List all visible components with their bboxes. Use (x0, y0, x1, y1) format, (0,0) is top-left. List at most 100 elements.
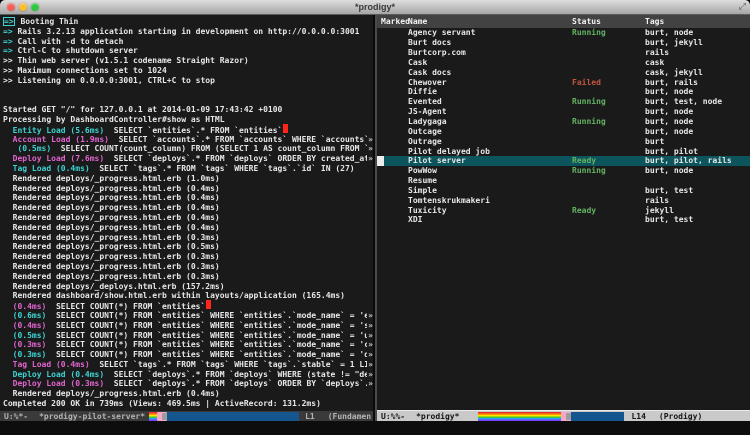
service-row[interactable]: EventedRunningburt, test, node (377, 97, 750, 107)
log-line: Rendered deploys/_progress.html.erb (1.0… (3, 174, 373, 184)
service-tags: burt (645, 137, 750, 146)
service-name: Cask docs (408, 68, 572, 77)
service-tags: burt, pilot, rails (645, 156, 750, 165)
log-segment: Tag Load (0.4ms) (3, 164, 90, 173)
minimize-button[interactable] (19, 3, 27, 11)
log-line-text: Deploy Load (0.4ms) SELECT `deploys`.* F… (3, 370, 367, 380)
service-row[interactable]: Diffieburt, node (377, 87, 750, 97)
header-marked: Marked (377, 17, 408, 26)
service-row[interactable]: Tomtenskrukmakerirails (377, 195, 750, 205)
log-line: => Rails 3.2.13 application starting in … (3, 27, 373, 37)
log-segment: (0.6ms) (3, 311, 46, 320)
service-row[interactable]: Agency servantRunningburt, node (377, 28, 750, 38)
log-segment: Rendered deploys/_progress.html.erb (0.4… (3, 203, 220, 212)
service-row[interactable]: Pilot serverReadyburt, pilot, rails (377, 156, 750, 166)
log-line-text: Rendered deploys/_progress.html.erb (0.4… (3, 184, 220, 194)
log-line-text: Deploy Load (0.3ms) SELECT `deploys`.* F… (3, 379, 367, 389)
log-line-text: (0.5ms) SELECT COUNT(*) FROM `entities` … (3, 331, 367, 341)
service-name: Outcage (408, 127, 572, 136)
zoom-button[interactable] (31, 3, 39, 11)
service-status-badge: Ready (572, 206, 645, 215)
service-name: Simple (408, 186, 572, 195)
log-line: Rendered deploys/_progress.html.erb (0.4… (3, 184, 373, 194)
nyan-remainder (571, 412, 624, 421)
log-segment: (0.5ms) (3, 144, 51, 153)
service-name: Chewover (408, 78, 572, 87)
log-segment: Deploy Load (0.4ms) (3, 370, 104, 379)
fullscreen-icon[interactable]: ⤢ (739, 2, 746, 13)
close-button[interactable] (7, 3, 15, 11)
log-lines: => Booting Thin=> Rails 3.2.13 applicati… (0, 15, 373, 410)
frame-split: => Booting Thin=> Rails 3.2.13 applicati… (0, 15, 750, 421)
nyan-cat-icon (157, 412, 167, 421)
pane-log: => Booting Thin=> Rails 3.2.13 applicati… (0, 15, 373, 421)
log-segment: SELECT COUNT(*) FROM `entities` WHERE `e… (46, 350, 367, 359)
log-segment: SELECT COUNT(*) FROM `entities` WHERE `e… (46, 311, 367, 320)
log-line-text: >> Maximum connections set to 1024 (3, 66, 167, 76)
service-status-badge: Running (572, 117, 645, 126)
log-line: Entity Load (5.6ms) SELECT `entities`.* … (3, 125, 373, 135)
log-line-text: Rendered deploys/_deploys.html.erb (157.… (3, 282, 225, 292)
service-row[interactable]: XDIburt, test (377, 215, 750, 225)
service-row[interactable]: Simpleburt, test (377, 186, 750, 196)
log-segment: >> Thin web server (v1.5.1 codename Stra… (3, 56, 249, 65)
service-row[interactable]: Burt docsburt, jekyll (377, 38, 750, 48)
title-bar[interactable]: *prodigy* ⤢ (0, 0, 750, 15)
log-segment: Rendered deploys/_progress.html.erb (0.5… (3, 242, 220, 251)
service-name: Tuxicity (408, 206, 572, 215)
log-segment: Rendered deploys/_progress.html.erb (0.3… (3, 233, 220, 242)
log-segment: Started GET "/" for 127.0.0.1 at 2014-01… (3, 105, 282, 114)
log-line: Rendered deploys/_progress.html.erb (0.4… (3, 193, 373, 203)
log-line-text: Rendered deploys/_progress.html.erb (0.4… (3, 389, 220, 399)
log-line: Rendered deploys/_progress.html.erb (0.3… (3, 262, 373, 272)
log-segment: Deploy Load (7.6ms) (3, 154, 104, 163)
log-line-text: Rendered deploys/_progress.html.erb (0.3… (3, 233, 220, 243)
service-row[interactable]: Outrageburt (377, 136, 750, 146)
services-header-row: Marked Name Status Tags (377, 15, 750, 28)
log-line: => Ctrl-C to shutdown server (3, 46, 373, 56)
service-row[interactable]: TuxicityReadyjekyll (377, 205, 750, 215)
service-row[interactable]: Pilot delayed jobburt, pilot (377, 146, 750, 156)
service-status-badge: Running (572, 97, 645, 106)
minibuffer-echo-area[interactable] (0, 421, 750, 435)
service-tags: burt, node (645, 107, 750, 116)
log-segment: SELECT `tags`.* FROM `tags` WHERE `tags`… (90, 164, 355, 173)
service-tags: cask, jekyll (645, 68, 750, 77)
log-line-text: Rendered deploys/_progress.html.erb (0.4… (3, 203, 220, 213)
log-segment: => (3, 37, 13, 46)
service-row[interactable]: LadygagaRunningburt, node (377, 117, 750, 127)
service-row[interactable]: PowWowRunningburt, node (377, 166, 750, 176)
service-row[interactable]: Resume (377, 176, 750, 186)
service-row[interactable]: JS-Agentburt, node (377, 107, 750, 117)
log-line-text: Rendered deploys/_progress.html.erb (1.0… (3, 174, 220, 184)
log-line (3, 86, 373, 96)
log-line-text: => Booting Thin (3, 17, 78, 27)
log-segment: Processing by DashboardController#show a… (3, 115, 225, 124)
service-row[interactable]: Outcageburt, node (377, 126, 750, 136)
log-line: >> Maximum connections set to 1024 (3, 66, 373, 76)
service-name: Diffie (408, 87, 572, 96)
service-tags: burt, test (645, 215, 750, 224)
log-segment: Rendered deploys/_progress.html.erb (0.3… (3, 252, 220, 261)
log-segment: Rendered deploys/_progress.html.erb (1.0… (3, 174, 220, 183)
service-row[interactable]: Cask docs cask, jekyll (377, 67, 750, 77)
log-segment: Rendered deploys/_progress.html.erb (0.4… (3, 223, 220, 232)
log-segment: SELECT COUNT(*) FROM `entities` (46, 302, 205, 311)
service-tags: burt, test, node (645, 97, 750, 106)
log-line-text: (0.3ms) SELECT COUNT(*) FROM `entities` … (3, 350, 367, 360)
emacs-window: *prodigy* ⤢ => Booting Thin=> Rails 3.2.… (0, 0, 750, 435)
service-row[interactable]: Caskcask (377, 58, 750, 68)
log-segment: => (3, 46, 13, 55)
log-line-text: (0.4ms) SELECT COUNT(*) FROM `entities` … (3, 321, 367, 331)
log-segment: SELECT `accounts`.* FROM `accounts` WHER… (109, 135, 367, 144)
log-line-text: => Ctrl-C to shutdown server (3, 46, 138, 56)
log-segment: SELECT `deploys`.* FROM `deploys` ORDER … (104, 154, 367, 163)
service-row[interactable]: ChewoverFailedburt, rails (377, 77, 750, 87)
log-line: Rendered deploys/_progress.html.erb (0.3… (3, 272, 373, 282)
log-line: (0.4ms) SELECT COUNT(*) FROM `entities` … (3, 321, 373, 331)
log-line-text: Deploy Load (7.6ms) SELECT `deploys`.* F… (3, 154, 367, 164)
service-row[interactable]: Burtcorp.comrails (377, 48, 750, 58)
log-segment: SELECT `entities`.* FROM `entities` (104, 126, 282, 135)
log-segment: => (3, 27, 13, 36)
log-segment: Completed 200 OK in 739ms (Views: 469.5m… (3, 399, 321, 408)
